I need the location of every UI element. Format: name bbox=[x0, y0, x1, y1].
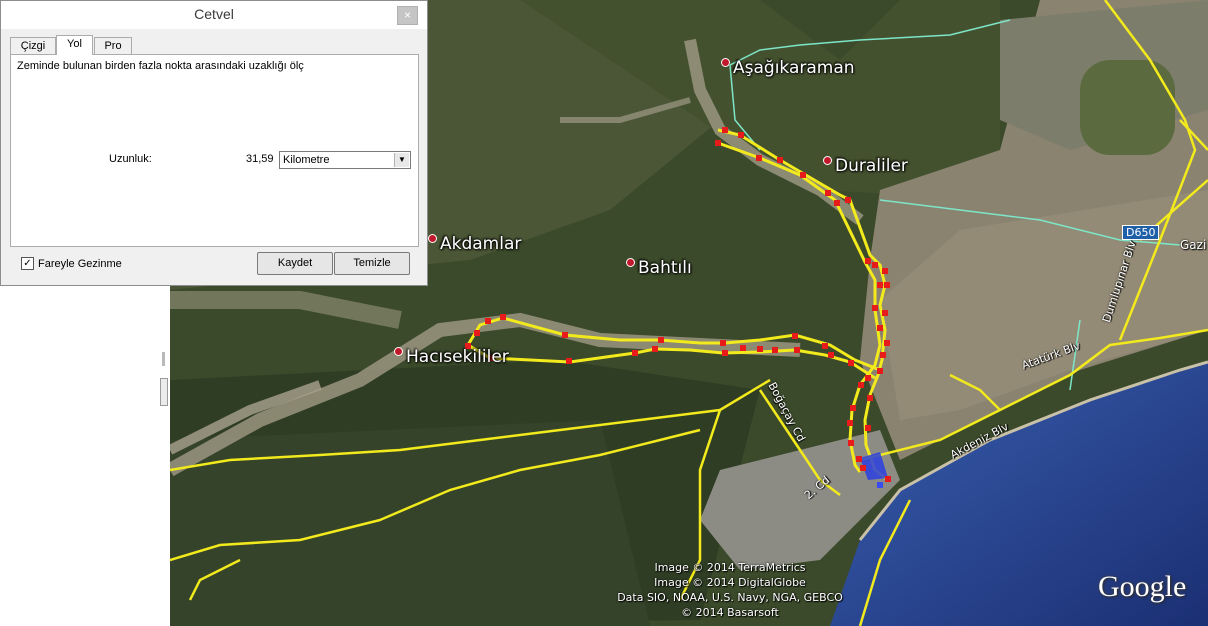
place-label-gazi: Gazi bbox=[1180, 238, 1207, 252]
place-marker-icon bbox=[394, 346, 403, 356]
place-label-bahtili: Bahtılı bbox=[626, 257, 692, 278]
place-marker-icon bbox=[428, 233, 437, 243]
google-logo: Google bbox=[1098, 570, 1187, 603]
tab-panel: Zeminde bulunan birden fazla nokta arası… bbox=[10, 54, 419, 247]
close-button[interactable]: × bbox=[397, 6, 418, 25]
place-label-asagikaraman: Aşağıkaraman bbox=[721, 57, 855, 78]
place-marker-icon bbox=[626, 257, 635, 267]
map-attribution: Image © 2014 TerraMetrics Image © 2014 D… bbox=[600, 560, 860, 620]
dialog-titlebar[interactable]: Cetvel × bbox=[1, 1, 427, 29]
place-label-duraliler: Duraliler bbox=[823, 155, 908, 176]
clear-button[interactable]: Temizle bbox=[334, 252, 410, 275]
attribution-line: © 2014 Basarsoft bbox=[681, 606, 779, 619]
attribution-line: Image © 2014 DigitalGlobe bbox=[654, 576, 806, 589]
mouse-navigation-label: Fareyle Gezinme bbox=[38, 258, 122, 270]
place-marker-icon bbox=[721, 57, 730, 67]
length-value: 31,59 bbox=[246, 153, 274, 165]
tab-line[interactable]: Çizgi bbox=[10, 37, 56, 54]
highway-shield-d650: D650 bbox=[1122, 225, 1160, 240]
place-marker-icon bbox=[823, 155, 832, 165]
dialog-title: Cetvel bbox=[194, 6, 234, 22]
place-label-hacisekililer: Hacısekililer bbox=[394, 346, 509, 367]
attribution-line: Data SIO, NOAA, U.S. Navy, NGA, GEBCO bbox=[617, 591, 843, 604]
ruler-dialog: Cetvel × Çizgi Yol Pro Zeminde bulunan b… bbox=[0, 0, 428, 286]
tab-path[interactable]: Yol bbox=[56, 35, 93, 55]
attribution-line: Image © 2014 TerraMetrics bbox=[654, 561, 806, 574]
sidebar-resize-handle[interactable] bbox=[160, 378, 168, 406]
save-button[interactable]: Kaydet bbox=[257, 252, 333, 275]
description-text: Zeminde bulunan birden fazla nokta arası… bbox=[17, 60, 304, 72]
unit-select[interactable]: Kilometre ▼ bbox=[279, 151, 411, 169]
unit-select-value: Kilometre bbox=[283, 154, 330, 166]
place-label-akdamlar: Akdamlar bbox=[428, 233, 521, 254]
tab-pro[interactable]: Pro bbox=[94, 37, 132, 54]
length-label: Uzunluk: bbox=[109, 153, 152, 165]
panel-divider bbox=[162, 352, 165, 366]
mouse-navigation-checkbox[interactable]: ✓ bbox=[21, 257, 34, 270]
chevron-down-icon[interactable]: ▼ bbox=[394, 153, 409, 167]
